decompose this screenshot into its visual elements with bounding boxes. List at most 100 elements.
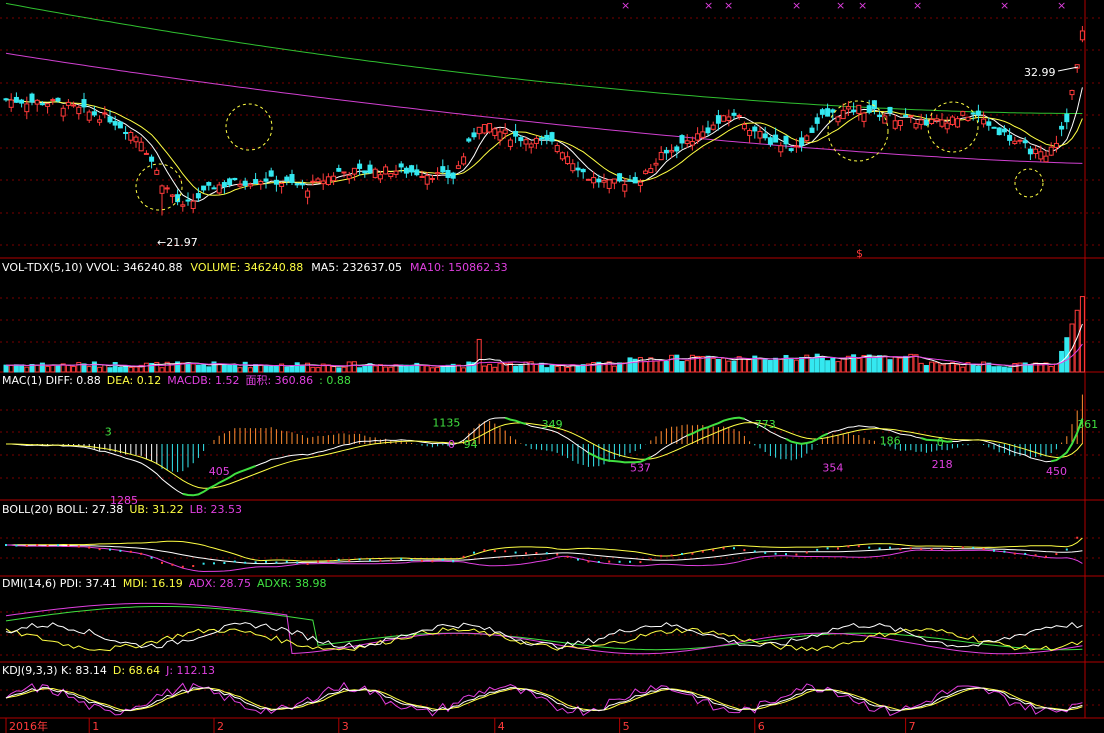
volume-bar: [856, 357, 862, 373]
volume-bar: [871, 357, 877, 373]
volume-bar: [247, 367, 253, 373]
candle-body: [981, 118, 987, 125]
price-panel: × × × × × × × × × 32.99 ←21.97 $: [3, 0, 1085, 260]
volume-bar: [648, 357, 654, 373]
candle-body: [71, 104, 77, 107]
candle-body: [60, 107, 66, 117]
candle-body: [689, 141, 695, 146]
candle-body: [440, 166, 446, 173]
dmi-adxr-line: [5, 606, 1083, 651]
macd-panel: 3128540511350 94349537773354186 0218450361…: [2, 374, 1098, 507]
candle-body: [637, 181, 643, 186]
candle-body: [419, 175, 425, 178]
volume-bar: [331, 366, 337, 373]
top-signal-marker: ×: [858, 0, 867, 12]
volume-bar: [835, 361, 841, 373]
candle-body: [39, 103, 45, 106]
candle-body: [513, 130, 519, 137]
kdj-j-line: [5, 681, 1083, 717]
dmi-title-part: MDI: 16.19: [123, 577, 183, 590]
volume-bar: [726, 360, 732, 373]
candle-body: [346, 174, 352, 180]
candle-body: [840, 109, 846, 120]
volume-bar: [944, 363, 950, 373]
candle-body: [372, 168, 378, 179]
candle-body: [970, 112, 976, 115]
candle-body: [107, 116, 113, 123]
volume-bar: [1001, 366, 1007, 373]
candle-body: [653, 162, 659, 166]
candle-body: [575, 167, 581, 171]
candle-body: [773, 134, 779, 143]
candle-body: [1033, 148, 1039, 155]
candle-body: [825, 108, 831, 117]
volume-bar: [487, 363, 493, 373]
volume-bar: [897, 357, 903, 373]
candle-body: [934, 118, 940, 121]
macd-title-part: DEA: 0.12: [107, 374, 161, 387]
volume-bar: [107, 367, 113, 373]
candle-body: [123, 131, 129, 134]
volume-bar: [762, 358, 768, 373]
candle-body: [856, 104, 862, 114]
volume-bar: [112, 362, 118, 373]
macd-annotation: 0: [448, 438, 455, 451]
volume-bar: [315, 367, 321, 373]
volume-bar: [960, 366, 966, 373]
candle-body: [684, 140, 690, 145]
candle-body: [731, 112, 737, 116]
volume-bar: [679, 361, 685, 373]
candle-body: [429, 177, 435, 180]
candle-body: [518, 137, 524, 142]
candle-body: [91, 111, 97, 116]
macd-annotation: 0: [937, 436, 944, 449]
top-signal-marker: ×: [1057, 0, 1066, 12]
volume-bar: [793, 359, 799, 373]
candle-body: [866, 105, 872, 113]
volume-bar: [65, 364, 71, 373]
candle-body: [721, 115, 727, 122]
candle-body: [1064, 113, 1070, 123]
candle-body: [232, 177, 238, 181]
candle-body: [8, 99, 14, 108]
boll-panel: BOLL(20) BOLL: 27.38 UB: 31.22 LB: 23.53: [2, 503, 1083, 573]
volume-bar: [658, 359, 664, 373]
candle-body: [679, 135, 685, 144]
candle-body: [908, 115, 914, 118]
candle-body: [700, 131, 706, 138]
macd-annotation: 537: [630, 461, 651, 474]
volume-bar: [39, 362, 45, 373]
candle-body: [591, 177, 597, 184]
volume-bar: [258, 364, 264, 373]
candle-body: [851, 109, 857, 113]
candle-body: [861, 112, 867, 122]
candle-body: [778, 145, 784, 153]
candle-body: [726, 116, 732, 122]
top-signal-marker: ×: [913, 0, 922, 12]
candle-body: [284, 176, 290, 182]
candle-body: [34, 99, 40, 105]
x-axis-label: 2016年: [9, 719, 48, 733]
macd-annotation: 773: [755, 418, 776, 431]
volume-bar: [201, 364, 207, 373]
boll-title-part: LB: 23.53: [190, 503, 242, 516]
volume-bar: [357, 367, 363, 373]
candle-body: [154, 169, 160, 175]
volume-bar: [955, 364, 961, 373]
candle-body: [887, 106, 893, 114]
candle-body: [237, 183, 243, 187]
volume-bar: [76, 362, 82, 373]
candle-body: [45, 103, 51, 107]
volume-bar: [19, 364, 25, 373]
candle-body: [783, 135, 789, 145]
macd-annotation: 3: [105, 425, 112, 438]
volume-bar: [549, 364, 555, 373]
candle-body: [747, 129, 753, 136]
dmi-mdi-line: [5, 627, 1083, 652]
candle-body: [643, 170, 649, 175]
volume-bar: [294, 362, 300, 373]
volume-bar: [975, 365, 981, 373]
candle-body: [1053, 142, 1059, 148]
volume-bar: [336, 367, 342, 373]
candle-body: [227, 178, 233, 186]
